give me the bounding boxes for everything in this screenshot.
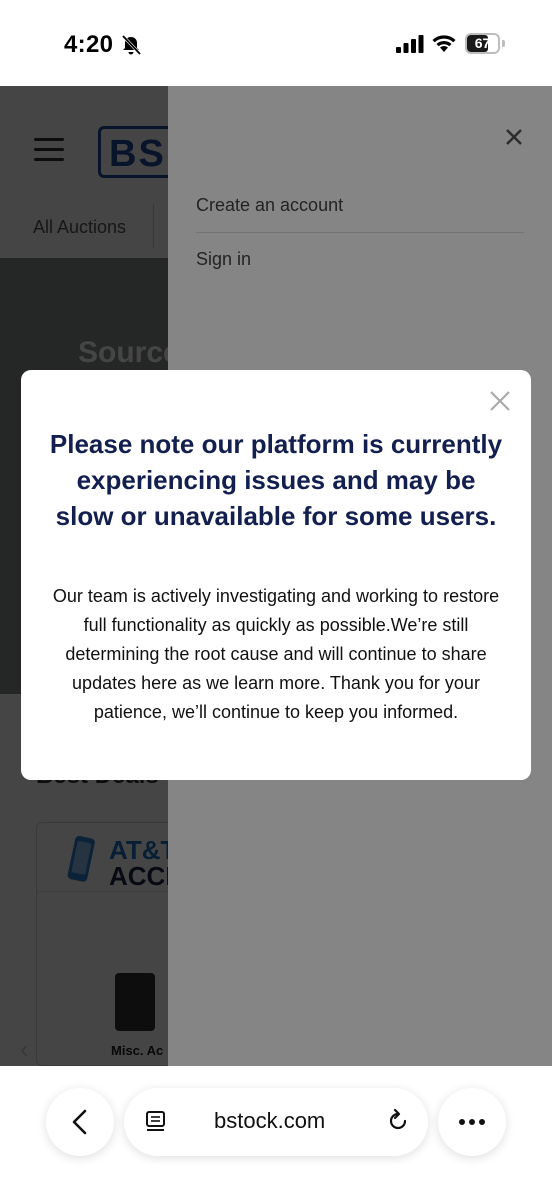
chevron-left-icon xyxy=(72,1109,87,1135)
modal-body: Our team is actively investigating and w… xyxy=(52,586,500,722)
cellular-signal-icon xyxy=(396,35,424,53)
notice-modal: Please note our platform is currently ex… xyxy=(21,370,531,780)
url-text: bstock.com xyxy=(214,1108,326,1133)
battery-icon: 67 xyxy=(465,33,505,54)
wifi-icon xyxy=(432,35,456,52)
page-menu-icon[interactable] xyxy=(144,1110,168,1134)
more-options-button[interactable] xyxy=(438,1088,506,1156)
browser-toolbar: bstock.com xyxy=(0,1066,552,1200)
status-time: 4:20 xyxy=(64,31,114,58)
modal-title: Please note our platform is currently ex… xyxy=(49,429,503,531)
bell-slash-icon xyxy=(121,34,142,56)
reload-icon[interactable] xyxy=(385,1108,411,1134)
battery-level: 67 xyxy=(474,35,491,51)
more-icon xyxy=(459,1119,485,1125)
modal-close-icon[interactable] xyxy=(489,390,511,412)
back-button[interactable] xyxy=(46,1088,114,1156)
address-bar[interactable]: bstock.com xyxy=(124,1088,428,1156)
status-bar: 4:20 67 xyxy=(0,0,552,86)
battery-cap xyxy=(502,40,505,47)
